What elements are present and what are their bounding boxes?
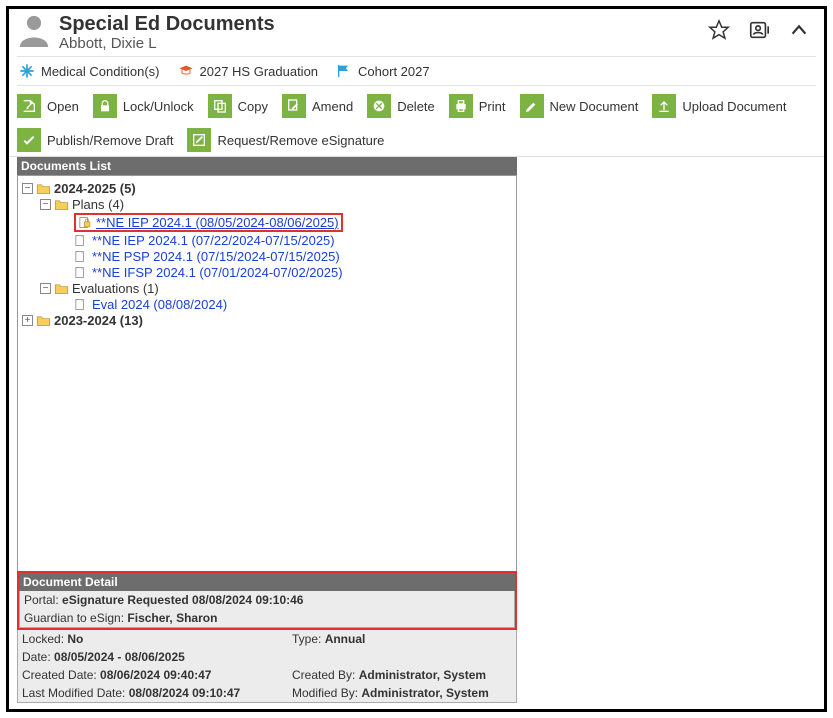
documents-tree[interactable]: − 2024-2025 (5) − Plans (4) <box>17 175 517 595</box>
modified-by-value: Administrator, System <box>361 686 488 700</box>
portal-value: eSignature Requested 08/08/2024 09:10:46 <box>62 593 303 607</box>
folder-icon <box>54 282 69 295</box>
upload-icon <box>652 94 676 118</box>
upload-document-label: Upload Document <box>682 99 786 114</box>
lock-button[interactable]: Lock/Unlock <box>93 94 194 118</box>
print-button[interactable]: Print <box>449 94 506 118</box>
selected-document-highlight: **NE IEP 2024.1 (08/05/2024-08/06/2025) <box>74 213 343 232</box>
graduation-badge-label: 2027 HS Graduation <box>200 64 319 79</box>
toolbar: Open Lock/Unlock Copy Amend Delete Print… <box>9 86 824 157</box>
year-folder-label[interactable]: 2023-2024 (13) <box>54 313 143 328</box>
student-name: Abbott, Dixie L <box>59 35 708 52</box>
avatar-icon <box>17 13 51 47</box>
guardian-value: Fischer, Sharon <box>127 611 217 625</box>
graduation-badge[interactable]: 2027 HS Graduation <box>178 63 319 79</box>
page-header: Special Ed Documents Abbott, Dixie L <box>9 9 824 52</box>
check-icon <box>17 128 41 152</box>
contact-card-icon[interactable] <box>748 19 770 44</box>
document-detail-panel: Document Detail Portal: eSignature Reque… <box>17 571 517 703</box>
document-link[interactable]: **NE PSP 2024.1 (07/15/2024-07/15/2025) <box>92 249 340 264</box>
date-value: 08/05/2024 - 08/06/2025 <box>54 650 185 664</box>
folder-icon <box>36 182 51 195</box>
document-link[interactable]: Eval 2024 (08/08/2024) <box>92 297 227 312</box>
created-by-label: Created By: <box>292 668 359 682</box>
collapse-icon[interactable]: − <box>40 283 51 294</box>
year-folder-label[interactable]: 2024-2025 (5) <box>54 181 136 196</box>
folder-icon <box>36 314 51 327</box>
created-by-value: Administrator, System <box>359 668 486 682</box>
lock-icon <box>93 94 117 118</box>
copy-label: Copy <box>238 99 268 114</box>
plans-folder-label[interactable]: Plans (4) <box>72 197 124 212</box>
medical-badge[interactable]: Medical Condition(s) <box>19 63 160 79</box>
favorite-star-icon[interactable] <box>708 19 730 44</box>
document-icon <box>74 298 89 311</box>
esignature-label: Request/Remove eSignature <box>217 133 384 148</box>
documents-list-title: Documents List <box>17 157 517 175</box>
delete-button[interactable]: Delete <box>367 94 435 118</box>
page-title: Special Ed Documents <box>59 13 708 35</box>
document-icon <box>74 234 89 247</box>
student-badges-row: Medical Condition(s) 2027 HS Graduation … <box>17 56 816 86</box>
publish-label: Publish/Remove Draft <box>47 133 173 148</box>
amend-label: Amend <box>312 99 353 114</box>
open-button[interactable]: Open <box>17 94 79 118</box>
portal-label: Portal: <box>24 593 62 607</box>
collapse-icon[interactable]: − <box>22 183 33 194</box>
modified-date-value: 08/08/2024 09:10:47 <box>129 686 240 700</box>
delete-label: Delete <box>397 99 435 114</box>
document-locked-icon <box>78 216 93 229</box>
created-date-value: 08/06/2024 09:40:47 <box>100 668 211 682</box>
copy-icon <box>208 94 232 118</box>
esignature-button[interactable]: Request/Remove eSignature <box>187 128 384 152</box>
evaluations-folder-label[interactable]: Evaluations (1) <box>72 281 159 296</box>
collapse-icon[interactable]: − <box>40 199 51 210</box>
delete-icon <box>367 94 391 118</box>
expand-icon[interactable]: + <box>22 315 33 326</box>
lock-label: Lock/Unlock <box>123 99 194 114</box>
print-label: Print <box>479 99 506 114</box>
new-document-label: New Document <box>550 99 639 114</box>
cohort-badge[interactable]: Cohort 2027 <box>336 63 430 79</box>
open-label: Open <box>47 99 79 114</box>
type-value: Annual <box>325 632 366 646</box>
document-link[interactable]: **NE IEP 2024.1 (07/22/2024-07/15/2025) <box>92 233 335 248</box>
modified-by-label: Modified By: <box>292 686 361 700</box>
amend-icon <box>282 94 306 118</box>
open-icon <box>17 94 41 118</box>
guardian-label: Guardian to eSign: <box>24 611 127 625</box>
copy-button[interactable]: Copy <box>208 94 268 118</box>
print-icon <box>449 94 473 118</box>
document-icon <box>74 250 89 263</box>
modified-date-label: Last Modified Date: <box>22 686 129 700</box>
document-icon <box>74 266 89 279</box>
chevron-up-icon[interactable] <box>788 19 810 44</box>
locked-value: No <box>67 632 83 646</box>
upload-document-button[interactable]: Upload Document <box>652 94 786 118</box>
document-link[interactable]: **NE IEP 2024.1 (08/05/2024-08/06/2025) <box>96 215 339 230</box>
esignature-icon <box>187 128 211 152</box>
type-label: Type: <box>292 632 325 646</box>
folder-icon <box>54 198 69 211</box>
created-date-label: Created Date: <box>22 668 100 682</box>
date-label: Date: <box>22 650 54 664</box>
cohort-badge-label: Cohort 2027 <box>358 64 430 79</box>
new-document-button[interactable]: New Document <box>520 94 639 118</box>
amend-button[interactable]: Amend <box>282 94 353 118</box>
publish-button[interactable]: Publish/Remove Draft <box>17 128 173 152</box>
medical-badge-label: Medical Condition(s) <box>41 64 160 79</box>
locked-label: Locked: <box>22 632 67 646</box>
document-detail-title: Document Detail <box>19 573 515 591</box>
document-link[interactable]: **NE IFSP 2024.1 (07/01/2024-07/02/2025) <box>92 265 343 280</box>
pencil-icon <box>520 94 544 118</box>
